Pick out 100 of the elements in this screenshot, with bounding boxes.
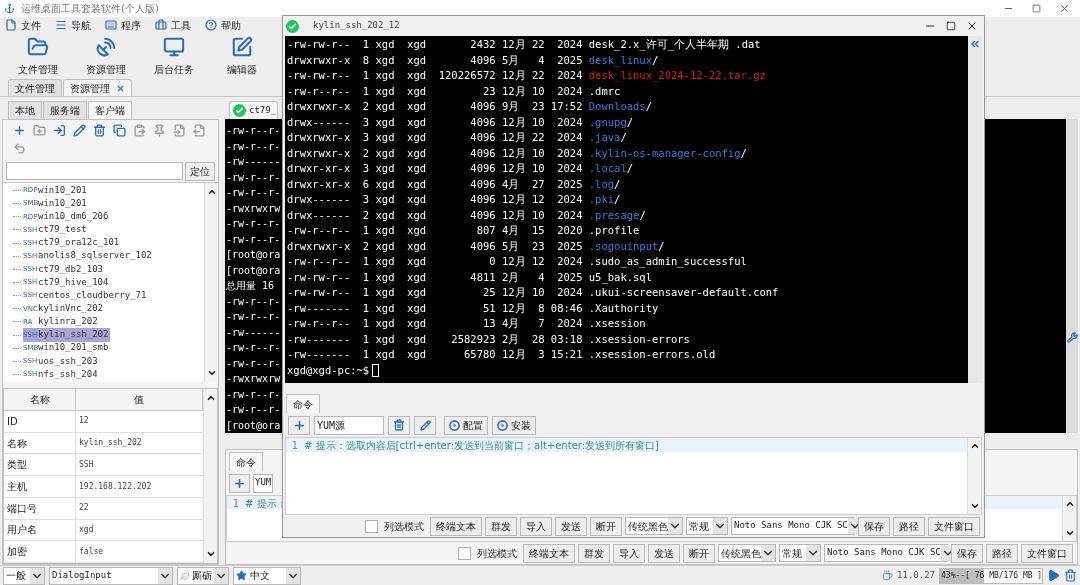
checkbox[interactable] — [365, 519, 378, 533]
action-button[interactable]: 配置 — [444, 415, 488, 435]
toolbar-button[interactable]: 群发 — [578, 543, 610, 563]
collapse-icon[interactable] — [969, 38, 981, 50]
scroll-down-icon[interactable] — [1064, 528, 1075, 538]
app-icon — [4, 3, 15, 14]
scroll-down-icon[interactable] — [969, 501, 980, 511]
terminal-line: -rw-r--r-- 1 xgd xgd 807 4月 15 2020 .profile — [287, 223, 641, 238]
font-dropdown[interactable]: DialogInput — [49, 566, 173, 585]
toolbar-button[interactable]: 保存 — [858, 516, 890, 536]
toolbar-button[interactable]: 路径 — [986, 543, 1018, 563]
language-dropdown[interactable]: 中文 — [233, 566, 301, 585]
toolbar-button[interactable]: 发送 — [648, 543, 680, 563]
theme-dropdown[interactable]: 传统黑色 — [625, 517, 683, 535]
locate-button[interactable]: 定位 — [185, 161, 215, 181]
toolbar-button[interactable]: 导入 — [613, 543, 645, 563]
toolbar-button[interactable]: 文件管理 — [6, 35, 70, 77]
toolbar-button[interactable]: 断开 — [683, 543, 715, 563]
scroll-up-icon[interactable] — [205, 393, 216, 403]
checkbox[interactable] — [458, 546, 471, 560]
tab[interactable]: 服务端 — [43, 101, 87, 119]
radio-icon — [449, 419, 460, 431]
paste-icon[interactable] — [133, 124, 146, 137]
search-field[interactable] — [6, 162, 183, 180]
menu-item[interactable]: 帮助 — [205, 17, 241, 33]
satellite-dish-icon — [95, 35, 117, 58]
pencil-icon[interactable] — [73, 124, 86, 137]
menu-item[interactable]: 程序 — [105, 17, 141, 33]
pen-square-icon — [231, 35, 253, 58]
table-cell: 主机 — [4, 476, 76, 497]
style-dropdown[interactable]: 常规 — [779, 544, 821, 562]
edit-button[interactable] — [414, 415, 436, 435]
scrollbar[interactable] — [1062, 496, 1076, 541]
menu-item[interactable]: 导航 — [55, 17, 91, 33]
caret-icon — [806, 545, 820, 561]
scrollbar[interactable] — [967, 438, 981, 514]
tab[interactable]: 命令 — [229, 452, 263, 471]
theme-dropdown[interactable]: 传统黑色 — [718, 544, 776, 562]
login-icon[interactable] — [53, 124, 66, 137]
file-import-icon[interactable] — [173, 124, 186, 137]
toolbar-button[interactable]: 断开 — [590, 516, 622, 536]
trash-icon — [393, 419, 405, 431]
wrench-icon[interactable] — [1066, 332, 1078, 343]
toolbar-button[interactable]: 路径 — [893, 516, 925, 536]
tab[interactable]: 本地 — [8, 101, 42, 119]
menu-item[interactable]: 文件 — [5, 17, 41, 33]
scroll-down-icon[interactable] — [206, 368, 217, 378]
preset-field[interactable]: YUM源 — [314, 415, 384, 435]
folder-plus-icon[interactable] — [33, 124, 46, 137]
toolbar-button[interactable]: 文件窗口 — [1021, 543, 1073, 563]
action-button[interactable]: 安装 — [492, 415, 536, 435]
toolbar-button[interactable]: 导入 — [520, 516, 552, 536]
window-title: kylin_ssh_202_12 — [313, 19, 400, 33]
font-dropdown[interactable]: Noto Sans Mono CJK SC — [824, 544, 948, 562]
toolbar-button[interactable]: 发送 — [555, 516, 587, 536]
scrollbar[interactable] — [204, 183, 218, 382]
toolbar-button[interactable]: 文件窗口 — [928, 516, 980, 536]
look-dropdown[interactable]: 厮砺 — [177, 566, 229, 585]
preset-field[interactable]: YUM — [253, 473, 274, 493]
scroll-up-icon[interactable] — [1064, 499, 1075, 509]
font-dropdown[interactable]: Noto Sans Mono CJK SC — [731, 517, 855, 535]
level-dropdown[interactable]: 一般 — [3, 566, 45, 585]
toolbar-button[interactable]: 编辑器 — [210, 35, 274, 77]
terminal-line: drwx------ 2 xgd xgd 4096 12月 10 2024 .presage/ — [287, 207, 647, 223]
trash-icon[interactable] — [93, 124, 106, 137]
terminal[interactable] — [285, 36, 982, 383]
maximize-icon[interactable] — [1032, 4, 1041, 13]
toolbar-button[interactable]: 终端文本 — [523, 543, 575, 563]
maximize-icon[interactable] — [946, 21, 956, 31]
undo-icon[interactable] — [13, 142, 26, 155]
toolbar-button[interactable]: 保存 — [951, 543, 983, 563]
toolbar-button[interactable]: 群发 — [485, 516, 517, 536]
column-header[interactable]: 名称 — [4, 389, 76, 410]
copy-icon[interactable] — [113, 124, 126, 137]
scrollbar[interactable] — [203, 389, 217, 563]
file-export-icon[interactable] — [193, 124, 206, 137]
play-icon[interactable] — [1047, 569, 1060, 582]
tab[interactable]: ct79_ — [229, 101, 279, 119]
tab[interactable]: 资源管理 — [63, 79, 132, 96]
table-cell-text: 192.168.122.202 — [78, 480, 153, 493]
code-editor[interactable]: 1 # 提示：选取内容后[ctrl+enter:发送到当前窗口；alt+enter:发送到所有窗口] — [285, 437, 982, 515]
style-dropdown[interactable]: 常规 — [686, 517, 728, 535]
plus-icon[interactable] — [13, 124, 26, 137]
terminal-line: 总用量 16 — [226, 279, 276, 293]
toolbar-button[interactable]: 后台任务 — [142, 35, 206, 77]
tab[interactable]: 文件管理 — [8, 79, 62, 96]
add-button[interactable] — [229, 473, 250, 493]
delete-button[interactable] — [388, 415, 410, 435]
add-button[interactable] — [288, 415, 310, 435]
scroll-up-icon[interactable] — [969, 441, 980, 451]
tab[interactable]: 命令 — [286, 394, 320, 413]
close-icon[interactable] — [966, 20, 978, 32]
scroll-up-icon[interactable] — [206, 187, 217, 197]
menu-item[interactable]: 工具 — [155, 17, 191, 33]
toolbar-button[interactable]: 资源管理 — [74, 35, 138, 77]
trash-icon[interactable] — [1064, 569, 1077, 582]
pin-icon[interactable] — [153, 124, 166, 137]
toolbar-button[interactable]: 终端文本 — [430, 516, 482, 536]
tab[interactable]: 客户端 — [88, 101, 132, 119]
scroll-down-icon[interactable] — [205, 549, 216, 559]
